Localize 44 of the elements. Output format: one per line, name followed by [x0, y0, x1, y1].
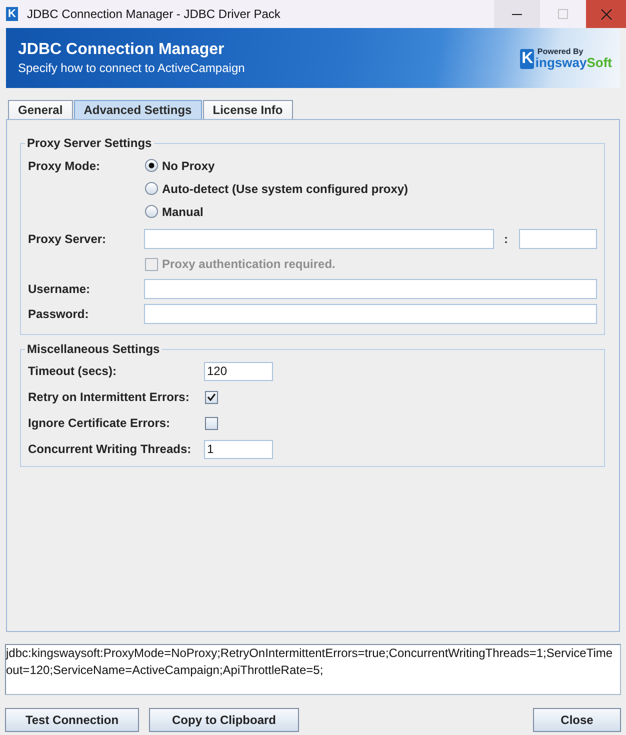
dialog-button[interactable]: Close — [533, 708, 621, 732]
password-field[interactable] — [144, 304, 597, 324]
port-separator: : — [504, 232, 508, 246]
field-label: Ignore Certificate Errors: — [28, 416, 172, 430]
field-label: Concurrent Writing Threads: — [28, 442, 192, 456]
tab[interactable]: License Info — [202, 100, 293, 119]
checkbox[interactable] — [205, 416, 218, 430]
radio-button[interactable] — [145, 205, 158, 218]
logo-suffix: Soft — [586, 56, 612, 69]
radio-label[interactable]: Manual — [162, 204, 204, 218]
field-label: Timeout (secs): — [28, 364, 118, 378]
number-field[interactable]: 1 — [204, 440, 273, 458]
logo-tagline: Powered By — [537, 47, 584, 56]
port-field[interactable] — [519, 229, 597, 249]
maximize-icon — [558, 9, 568, 19]
field-label: Username: — [28, 282, 92, 296]
proxy-server-field[interactable] — [144, 229, 494, 249]
radio-label[interactable]: Auto-detect (Use system configured proxy) — [162, 182, 408, 196]
tab[interactable]: General — [8, 100, 73, 119]
field-label: Proxy Server: — [28, 232, 108, 246]
window-title: JDBC Connection Manager - JDBC Driver Pack — [27, 7, 280, 21]
field-label: Password: — [28, 307, 90, 321]
banner-title: JDBC Connection Manager — [18, 41, 226, 59]
app-icon: K — [6, 7, 18, 21]
minimize-button[interactable] — [494, 0, 540, 28]
field-label: Retry on Intermittent Errors: — [28, 390, 190, 404]
radio-button[interactable] — [145, 182, 158, 195]
dialog-button[interactable]: Test Connection — [5, 708, 139, 732]
group-title: Miscellaneous Settings — [26, 342, 161, 356]
checkbox[interactable] — [205, 390, 218, 404]
radio-button[interactable] — [145, 159, 158, 172]
field-label: Proxy Mode: — [28, 158, 102, 172]
number-field[interactable]: 120 — [204, 362, 273, 380]
close-icon — [600, 8, 612, 20]
dialog-button[interactable]: Copy to Clipboard — [149, 708, 299, 732]
radio-label[interactable]: No Proxy — [162, 158, 215, 172]
logo-name: ingsway — [535, 56, 587, 69]
tab[interactable]: Advanced Settings — [74, 100, 202, 119]
banner-subtitle: Specify how to connect to ActiveCampaign — [18, 61, 245, 75]
username-field[interactable] — [144, 279, 597, 299]
close-button[interactable] — [586, 0, 626, 28]
logo-mark: K — [520, 49, 534, 69]
connection-string-field[interactable]: jdbc:kingswaysoft:ProxyMode=NoProxy;RetryOnIntermittentErrors=true;ConcurrentWritingThreads=1;ServiceTimeout=120;ServiceName=ActiveCampaign;ApiThrottleRate=5; — [5, 644, 621, 695]
group-title: Proxy Server Settings — [26, 136, 153, 150]
